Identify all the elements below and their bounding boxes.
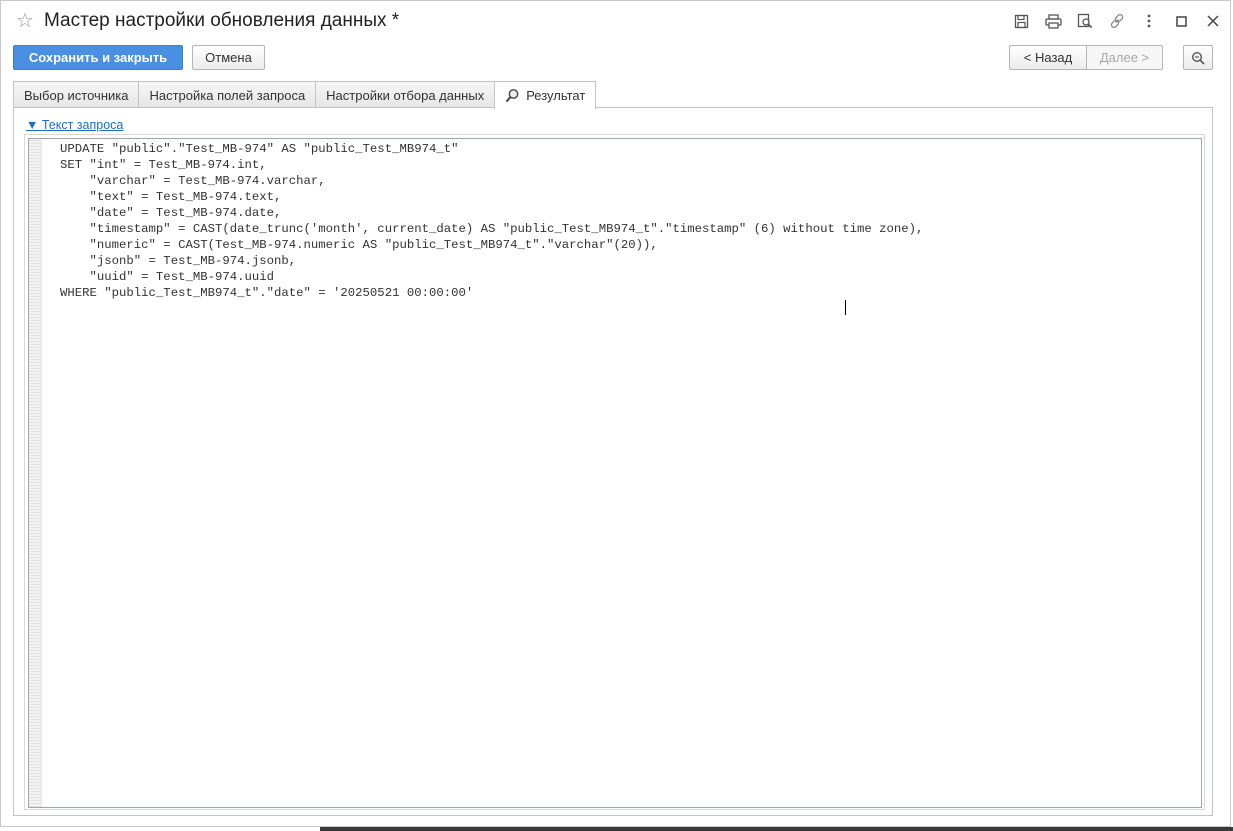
magnifier-icon (1191, 51, 1205, 65)
tab-label: Выбор источника (24, 87, 129, 103)
text-cursor (845, 300, 846, 315)
editor-gutter (29, 139, 42, 807)
code-line: "varchar" = Test_MB-974.varchar, (60, 174, 326, 188)
tab-source-selection[interactable]: Выбор источника (13, 81, 140, 108)
tab-data-filter[interactable]: Настройки отбора данных (315, 81, 496, 108)
query-text-group-toggle[interactable]: ▼ Текст запроса (26, 118, 123, 132)
window-tools (1005, 9, 1229, 33)
back-button[interactable]: < Назад (1009, 45, 1087, 70)
tab-label: Настройки отбора данных (326, 87, 485, 103)
code-line: "timestamp" = CAST(date_trunc('month', c… (60, 222, 924, 236)
code-line: SET "int" = Test_MB-974.int, (60, 158, 267, 172)
search-button[interactable] (1183, 45, 1213, 70)
code-line: "date" = Test_MB-974.date, (60, 206, 282, 220)
more-vertical-icon[interactable] (1133, 9, 1165, 33)
code-line: "text" = Test_MB-974.text, (60, 190, 282, 204)
code-line: WHERE "public_Test_MB974_t"."date" = '20… (60, 286, 474, 300)
star-icon[interactable]: ☆ (16, 10, 34, 32)
code-line: "uuid" = Test_MB-974.uuid (60, 270, 275, 284)
code-line: "numeric" = CAST(Test_MB-974.numeric AS … (60, 238, 658, 252)
close-icon[interactable] (1197, 9, 1229, 33)
tab-result[interactable]: Результат (494, 81, 597, 109)
tab-label: Настройка полей запроса (149, 87, 306, 103)
window-title: Мастер настройки обновления данных * (44, 10, 400, 31)
code-line: UPDATE "public"."Test_MB-974" AS "public… (60, 142, 459, 156)
tab-label: Результат (526, 88, 586, 103)
wizard-tabs: Выбор источника Настройка полей запроса … (13, 81, 597, 109)
query-text-editor[interactable]: UPDATE "public"."Test_MB-974" AS "public… (28, 138, 1202, 808)
code-line: "jsonb" = Test_MB-974.jsonb, (60, 254, 297, 268)
taskbar-strip (320, 827, 1233, 831)
link-icon[interactable] (1101, 9, 1133, 33)
query-text: UPDATE "public"."Test_MB-974" AS "public… (60, 141, 923, 301)
maximize-icon[interactable] (1165, 9, 1197, 33)
save-and-close-button[interactable]: Сохранить и закрыть (13, 45, 183, 70)
wizard-navigation: < Назад Далее > (1009, 45, 1163, 70)
print-preview-icon[interactable] (1069, 9, 1101, 33)
cancel-button[interactable]: Отмена (192, 45, 265, 70)
next-button[interactable]: Далее > (1087, 45, 1163, 70)
magnifier-icon (505, 88, 520, 103)
printer-icon[interactable] (1037, 9, 1069, 33)
tab-query-fields[interactable]: Настройка полей запроса (138, 81, 317, 108)
floppy-disk-icon[interactable] (1005, 9, 1037, 33)
